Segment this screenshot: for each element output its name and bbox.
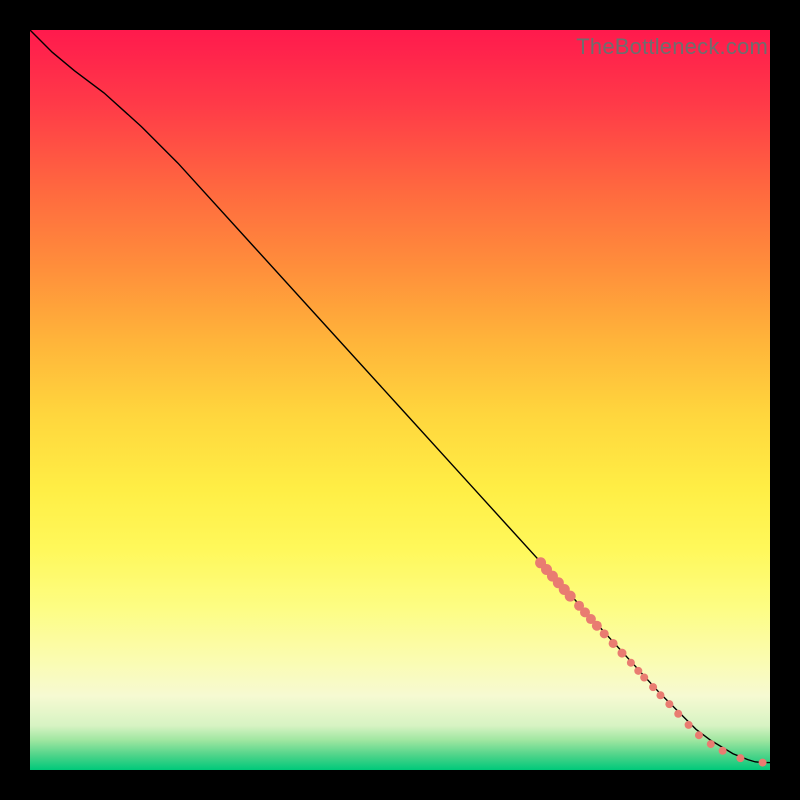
frame: TheBottleneck.com bbox=[0, 0, 800, 800]
data-marker bbox=[634, 667, 642, 675]
chart-svg bbox=[30, 30, 770, 770]
data-marker bbox=[640, 674, 648, 682]
data-marker bbox=[719, 747, 727, 755]
data-marker bbox=[674, 710, 682, 718]
data-marker bbox=[695, 731, 703, 739]
curve-path bbox=[30, 30, 770, 763]
data-marker bbox=[609, 639, 618, 648]
data-marker bbox=[649, 683, 657, 691]
data-marker bbox=[665, 700, 673, 708]
plot-area: TheBottleneck.com bbox=[30, 30, 770, 770]
markers-group bbox=[535, 557, 767, 766]
data-marker bbox=[759, 759, 767, 767]
data-marker bbox=[736, 754, 744, 762]
data-marker bbox=[618, 649, 627, 658]
data-marker bbox=[707, 740, 715, 748]
data-marker bbox=[600, 629, 609, 638]
data-marker bbox=[592, 621, 602, 631]
data-marker bbox=[627, 659, 635, 667]
data-marker bbox=[565, 591, 576, 602]
data-marker bbox=[685, 721, 693, 729]
data-marker bbox=[656, 691, 664, 699]
